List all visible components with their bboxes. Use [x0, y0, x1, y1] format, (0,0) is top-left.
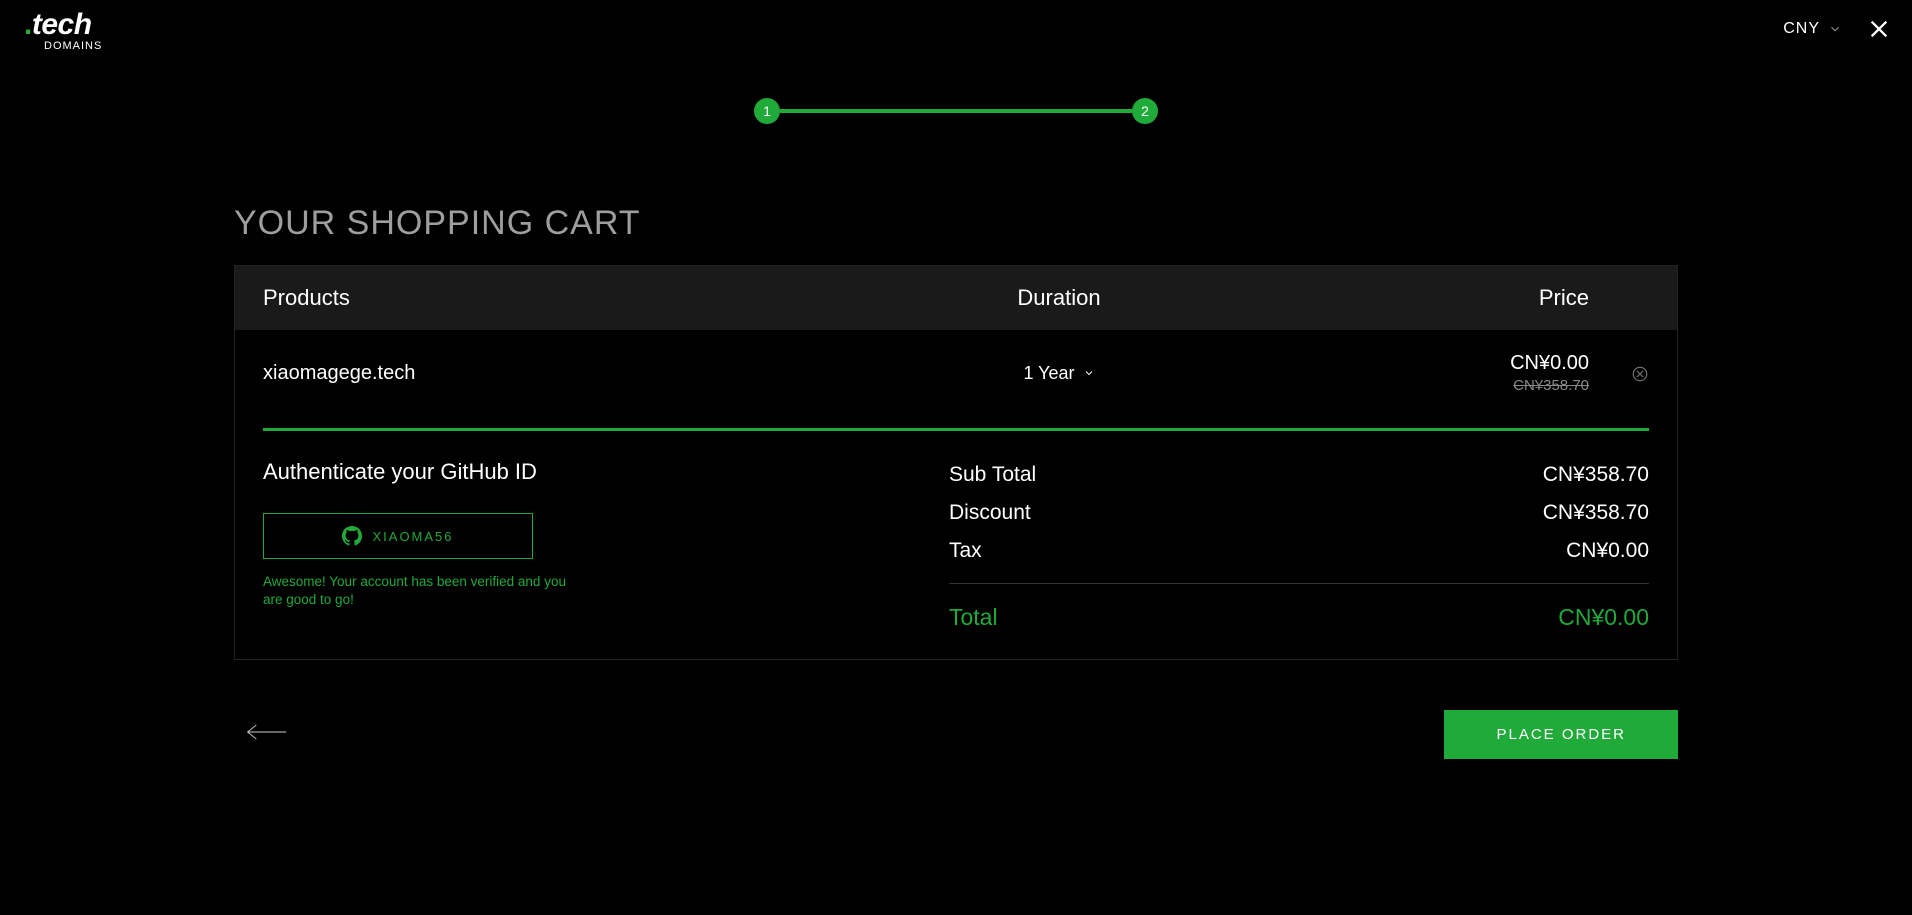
footer: PLACE ORDER	[234, 710, 1678, 759]
price-cell: CN¥0.00 CN¥358.70	[1269, 352, 1589, 394]
col-price-label: Price	[1269, 285, 1589, 311]
github-user: XIAOMA56	[372, 529, 453, 544]
logo: .tech	[24, 10, 92, 40]
chevron-down-icon	[1828, 22, 1842, 36]
step-1: 1	[754, 98, 780, 124]
remove-item-icon[interactable]	[1631, 365, 1649, 383]
cart-row: xiaomagege.tech 1 Year CN¥0.00 CN¥358.70	[235, 330, 1677, 406]
subtotal-row: Sub Total CN¥358.70	[949, 463, 1649, 487]
duration-value: 1 Year	[1023, 363, 1074, 384]
currency-selector[interactable]: CNY	[1783, 20, 1842, 38]
domain-name: xiaomagege.tech	[263, 362, 849, 385]
auth-title: Authenticate your GitHub ID	[263, 459, 909, 485]
logo-dot: .	[24, 8, 32, 41]
discount-row: Discount CN¥358.70	[949, 501, 1649, 525]
logo-tech: tech	[32, 8, 92, 41]
step-line	[780, 109, 1132, 113]
price-original: CN¥358.70	[1269, 377, 1589, 394]
tax-row: Tax CN¥0.00	[949, 539, 1649, 563]
cart-box: Products Duration Price xiaomagege.tech …	[234, 265, 1678, 660]
col-duration-label: Duration	[849, 285, 1269, 311]
lower-panel: Authenticate your GitHub ID XIAOMA56 Awe…	[235, 431, 1677, 659]
progress-stepper: 1 2	[0, 98, 1912, 124]
page-title: YOUR SHOPPING CART	[234, 204, 1678, 243]
subtotal-value: CN¥358.70	[1543, 463, 1649, 487]
github-auth-button[interactable]: XIAOMA56	[263, 513, 533, 559]
chevron-down-icon	[1083, 367, 1095, 379]
github-icon	[342, 526, 362, 546]
verified-message: Awesome! Your account has been verified …	[263, 573, 583, 609]
logo-subtext: DOMAINS	[44, 40, 102, 52]
place-order-button[interactable]: PLACE ORDER	[1444, 710, 1678, 759]
duration-selector[interactable]: 1 Year	[849, 363, 1269, 384]
arrow-left-icon	[244, 721, 288, 743]
tax-value: CN¥0.00	[1566, 539, 1649, 563]
totals-divider	[949, 583, 1649, 584]
cart-container: YOUR SHOPPING CART Products Duration Pri…	[234, 204, 1678, 660]
tax-label: Tax	[949, 539, 982, 563]
col-products-label: Products	[263, 285, 849, 311]
back-button[interactable]	[244, 721, 288, 748]
price-current: CN¥0.00	[1269, 352, 1589, 375]
close-icon	[1868, 18, 1890, 40]
total-row: Total CN¥0.00	[949, 604, 1649, 631]
discount-value: CN¥358.70	[1543, 501, 1649, 525]
remove-cell	[1589, 363, 1649, 383]
total-label: Total	[949, 604, 998, 631]
currency-label: CNY	[1783, 20, 1820, 38]
totals-panel: Sub Total CN¥358.70 Discount CN¥358.70 T…	[949, 459, 1649, 631]
subtotal-label: Sub Total	[949, 463, 1036, 487]
step-2: 2	[1132, 98, 1158, 124]
total-value: CN¥0.00	[1558, 604, 1649, 631]
auth-panel: Authenticate your GitHub ID XIAOMA56 Awe…	[263, 459, 909, 631]
cart-header: Products Duration Price	[235, 266, 1677, 330]
topbar: .tech DOMAINS CNY	[0, 0, 1912, 58]
discount-label: Discount	[949, 501, 1031, 525]
close-button[interactable]	[1868, 18, 1890, 45]
